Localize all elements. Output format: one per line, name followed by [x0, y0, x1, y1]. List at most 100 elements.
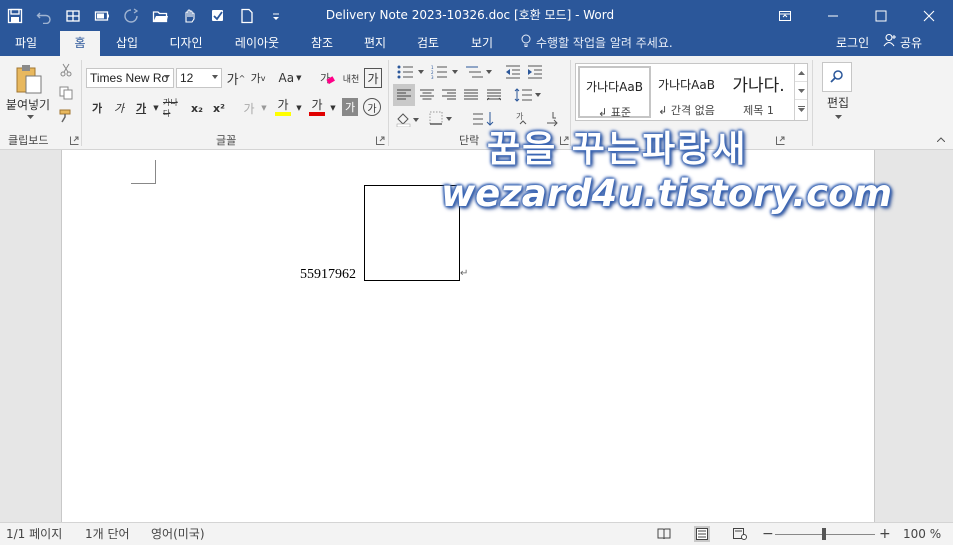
copy-icon[interactable]	[57, 84, 75, 102]
subscript-button[interactable]: x₂	[188, 98, 206, 118]
styles-launcher-icon[interactable]	[776, 136, 785, 145]
line-spacing-icon[interactable]	[513, 84, 543, 106]
cut-icon[interactable]	[57, 61, 75, 79]
italic-button[interactable]: 가	[110, 98, 128, 118]
tab-references[interactable]: 참조	[300, 31, 344, 56]
font-color-dropdown-icon[interactable]: ▼	[328, 98, 338, 118]
distributed-icon[interactable]	[484, 84, 504, 106]
change-case-button[interactable]: Aa ▼	[276, 68, 304, 88]
styles-scroll-down-icon[interactable]	[795, 82, 807, 100]
paste-dropdown-icon[interactable]	[25, 112, 35, 122]
superscript-button[interactable]: x²	[210, 98, 228, 118]
tab-review[interactable]: 검토	[406, 31, 450, 56]
shading-icon[interactable]	[395, 108, 421, 130]
minimize-icon[interactable]	[809, 0, 857, 31]
tab-view[interactable]: 보기	[460, 31, 504, 56]
underline-button[interactable]: 가	[132, 98, 150, 118]
strikethrough-button[interactable]: 가나다	[163, 98, 185, 118]
zoom-level[interactable]: 100 %	[903, 523, 941, 545]
undo-icon[interactable]	[29, 0, 58, 31]
highlight-button[interactable]: 가	[274, 96, 292, 118]
paste-label[interactable]: 붙여넣기	[3, 96, 53, 112]
read-mode-icon[interactable]	[656, 526, 672, 542]
align-left-icon[interactable]	[393, 84, 415, 106]
bold-button[interactable]: 가	[88, 98, 106, 118]
find-icon[interactable]	[822, 62, 852, 92]
ribbon-tab-bar: 파일 홈 삽입 디자인 레이아웃 참조 편지 검토 보기 수행할 작업을 알려 …	[0, 31, 953, 56]
clipboard-launcher-icon[interactable]	[70, 136, 79, 145]
maximize-icon[interactable]	[857, 0, 905, 31]
save-icon[interactable]	[0, 0, 29, 31]
font-size-dropdown-icon[interactable]	[212, 75, 218, 79]
shrink-font-button[interactable]: 가v	[249, 68, 267, 88]
font-name-combo[interactable]: Times New Ro	[86, 68, 174, 88]
tell-me-box[interactable]: 수행할 작업을 알려 주세요.	[520, 31, 673, 56]
justify-icon[interactable]	[461, 84, 481, 106]
page-count[interactable]: 1/1 페이지	[6, 523, 62, 545]
clipboard-group-label: 클립보드	[8, 134, 49, 147]
style-normal[interactable]: 가나다AaB ↲ 표준	[578, 66, 651, 119]
language-indicator[interactable]: 영어(미국)	[151, 523, 205, 545]
zoom-slider-thumb[interactable]	[822, 528, 826, 540]
multilevel-list-icon[interactable]	[464, 62, 494, 82]
phonetic-guide-button[interactable]: 내천	[340, 68, 362, 88]
editing-dropdown-icon[interactable]	[833, 112, 843, 122]
numbering-icon[interactable]: 123	[430, 62, 460, 82]
document-number-text[interactable]: 55917962	[300, 267, 356, 283]
spell-check-icon[interactable]	[203, 0, 232, 31]
touch-mode-icon[interactable]	[174, 0, 203, 31]
word-count[interactable]: 1개 단어	[85, 523, 130, 545]
increase-indent-icon[interactable]	[526, 62, 544, 82]
web-layout-icon[interactable]	[732, 526, 748, 542]
highlight-color-swatch	[275, 112, 291, 116]
clear-formatting-icon[interactable]: 가	[318, 68, 336, 88]
share-button[interactable]: 공유	[883, 31, 922, 56]
new-document-icon[interactable]	[232, 0, 261, 31]
redo-icon[interactable]	[116, 0, 145, 31]
style-heading-1[interactable]: 가나다. 제목 1	[722, 66, 795, 118]
tab-layout[interactable]: 레이아웃	[226, 31, 288, 56]
decrease-indent-icon[interactable]	[504, 62, 522, 82]
align-right-icon[interactable]	[439, 84, 459, 106]
ribbon-display-options-icon[interactable]	[761, 0, 809, 31]
tab-design[interactable]: 디자인	[160, 31, 212, 56]
text-effects-button[interactable]: 가	[240, 98, 258, 118]
style-name: ↲ 표준	[598, 106, 631, 119]
zoom-in-button[interactable]: +	[879, 523, 891, 545]
align-center-icon[interactable]	[417, 84, 437, 106]
paste-icon[interactable]	[8, 62, 48, 96]
font-name-dropdown-icon[interactable]	[164, 75, 170, 79]
character-shading-button[interactable]: 가	[342, 98, 358, 116]
format-painter-icon[interactable]	[57, 107, 75, 125]
text-effects-dropdown-icon[interactable]: ▼	[259, 98, 269, 118]
styles-scroll-up-icon[interactable]	[795, 64, 807, 82]
tab-insert[interactable]: 삽입	[106, 31, 148, 56]
borders-icon[interactable]	[428, 108, 454, 130]
close-icon[interactable]	[905, 0, 953, 31]
tab-home[interactable]: 홈	[60, 31, 100, 56]
styles-expand-icon[interactable]	[795, 100, 807, 118]
font-launcher-icon[interactable]	[376, 136, 385, 145]
open-folder-icon[interactable]	[145, 0, 174, 31]
enclose-characters-button[interactable]: 가	[363, 98, 381, 116]
font-color-button[interactable]: 가	[308, 96, 326, 118]
tab-mailings[interactable]: 편지	[354, 31, 396, 56]
customize-qat-icon[interactable]	[261, 0, 290, 31]
style-no-spacing[interactable]: 가나다AaB ↲ 간격 없음	[650, 66, 723, 118]
signin-link[interactable]: 로그인	[836, 31, 869, 56]
underline-dropdown-icon[interactable]: ▼	[151, 98, 161, 118]
font-size-combo[interactable]: 12	[176, 68, 222, 88]
collapse-ribbon-icon[interactable]	[935, 134, 947, 144]
bullets-icon[interactable]	[396, 62, 426, 82]
character-border-button[interactable]: 가	[364, 68, 382, 88]
print-layout-icon[interactable]	[694, 526, 710, 542]
draw-table-icon[interactable]	[58, 0, 87, 31]
zoom-out-button[interactable]: −	[762, 523, 774, 545]
vertical-scrollbar[interactable]	[938, 150, 953, 522]
battery-icon[interactable]	[87, 0, 116, 31]
editing-label[interactable]: 편집	[820, 94, 856, 110]
ribbon-separator	[81, 60, 82, 146]
grow-font-button[interactable]: 가 ^	[227, 68, 246, 88]
tab-file[interactable]: 파일	[0, 31, 52, 56]
highlight-dropdown-icon[interactable]: ▼	[294, 98, 304, 118]
